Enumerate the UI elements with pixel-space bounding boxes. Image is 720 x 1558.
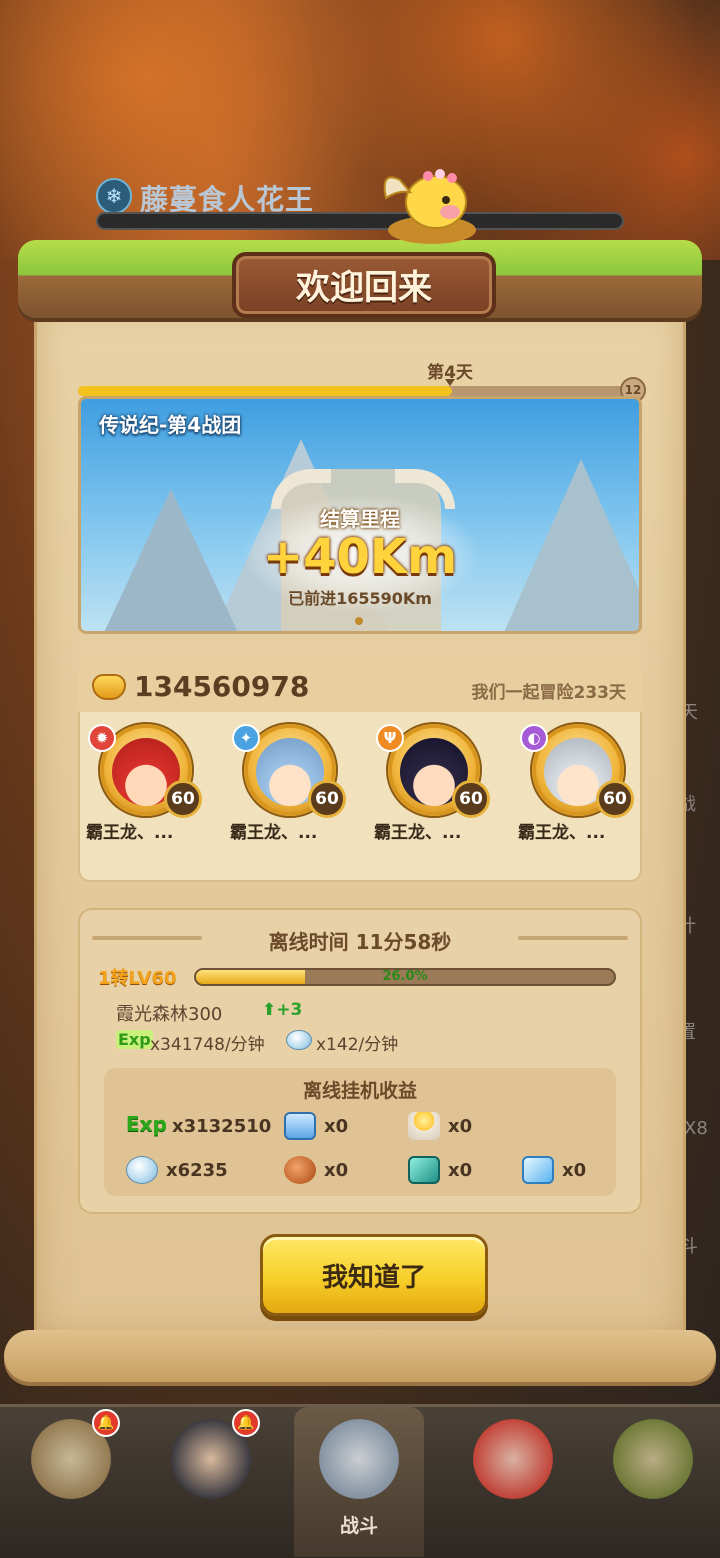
gain-value: x6235 [166, 1160, 228, 1181]
arrow-up-icon: ⬆ [262, 1000, 277, 1020]
hero-slot[interactable]: ✦ 60 霸王龙、... [230, 724, 350, 844]
gain-value: x0 [324, 1160, 349, 1181]
fire-icon: ✹ [88, 724, 116, 752]
gain-item[interactable]: Exp x3132510 [126, 1112, 271, 1142]
adventure-days: 我们一起冒险233天 [471, 683, 627, 703]
stage-name: 霞光森林300 [116, 1004, 223, 1025]
trident-icon: Ψ [376, 724, 404, 752]
monster-icon [473, 1419, 553, 1499]
gain-value: x0 [324, 1116, 349, 1137]
team-card: 134560978 我们一起冒险233天 ✹ 60 霸王龙、... ✦ 60 霸… [78, 662, 642, 882]
ice-crystal-icon [522, 1156, 554, 1184]
gold-ingot-icon [92, 674, 126, 700]
dark-icon: ◐ [520, 724, 548, 752]
meat-icon [284, 1156, 316, 1184]
team-name: 传说纪-第4战团 [99, 413, 242, 437]
nav-label: 战斗 [339, 1515, 378, 1537]
nav-item-heroes[interactable]: 🔔 [6, 1407, 136, 1557]
stage-up-value: ⬆+3 [262, 1000, 302, 1020]
gain-item[interactable]: x6235 [126, 1156, 246, 1186]
page-indicator-dot[interactable] [355, 617, 363, 625]
hero-level: 60 [452, 780, 490, 818]
hero-slot[interactable]: Ψ 60 霸王龙、... [374, 724, 494, 844]
distance-value: +40Km [262, 529, 458, 585]
gain-item[interactable]: x0 [408, 1156, 498, 1186]
day-progress-fill [78, 386, 452, 396]
exp-percent: 26.0% [382, 969, 428, 984]
crystal-pack-icon [284, 1112, 316, 1140]
dialog-title: 欢迎回来 [296, 268, 432, 308]
exp-rate: x341748/分钟 [150, 1035, 265, 1055]
hero-slot[interactable]: ◐ 60 霸王龙、... [518, 724, 638, 844]
wind-icon: ✦ [232, 724, 260, 752]
gains-title: 离线挂机收益 [302, 1080, 417, 1102]
exp-icon: Exp [126, 1112, 167, 1136]
offline-gains: 离线挂机收益 Exp x3132510 x0 x0 x6235 x0 x0 x0 [104, 1068, 616, 1196]
nav-item-guild[interactable] [588, 1407, 718, 1557]
sword-icon [319, 1419, 399, 1499]
gain-item[interactable]: x0 [284, 1112, 374, 1142]
hero-name: 霸王龙、... [374, 823, 462, 843]
distance-total: 已前进165590Km [288, 589, 432, 608]
day-marker-icon [445, 379, 455, 386]
offline-time: 离线时间 11分58秒 [268, 930, 452, 954]
stone-rate: x142/分钟 [316, 1035, 399, 1055]
confirm-button[interactable]: 我知道了 [260, 1234, 488, 1316]
nav-item-battle[interactable]: 战斗 [294, 1407, 424, 1557]
day-progress-bar [78, 386, 628, 396]
stone-icon [286, 1030, 312, 1050]
bottom-nav: 🔔 🔔 战斗 [0, 1404, 720, 1558]
nav-item-pets[interactable] [448, 1407, 578, 1557]
hero-name: 霸王龙、... [86, 823, 174, 843]
hero-level: 60 [164, 780, 202, 818]
teal-gem-icon [408, 1156, 440, 1184]
exp-icon: Exp [116, 1030, 153, 1049]
boss-banner: ❄ 藤蔓食人花王 [96, 176, 624, 232]
gain-value: x0 [448, 1116, 473, 1137]
bell-icon: 🔔 [232, 1409, 260, 1437]
bell-icon: 🔔 [92, 1409, 120, 1437]
totem-icon [613, 1419, 693, 1499]
stone-icon [126, 1156, 158, 1184]
hero-level: 60 [596, 780, 634, 818]
stage-up-text: +3 [276, 1000, 303, 1020]
candle-icon [408, 1112, 440, 1140]
snowflake-icon: ❄ [96, 178, 132, 214]
gold-value: 134560978 [134, 670, 310, 703]
hero-name: 霸王龙、... [518, 823, 606, 843]
scroll-roll-bottom [4, 1330, 716, 1382]
side-label: X8 [684, 1118, 708, 1139]
team-header: 134560978 我们一起冒险233天 [78, 662, 642, 712]
gain-item[interactable]: x0 [408, 1112, 498, 1142]
hero-level: 60 [308, 780, 346, 818]
journey-scene: 传说纪-第4战团 结算里程 +40Km 已前进165590Km [78, 396, 642, 634]
nav-item-team[interactable]: 🔔 [146, 1407, 276, 1557]
boss-health-bar [96, 212, 624, 230]
gain-item[interactable]: x0 [284, 1156, 374, 1186]
gain-value: x3132510 [172, 1116, 272, 1137]
offline-panel: 离线时间 11分58秒 1转LV60 26.0% 霞光森林300 ⬆+3 Exp… [78, 908, 642, 1214]
distance-label: 结算里程 [320, 507, 400, 531]
gain-item[interactable]: x0 [522, 1156, 612, 1186]
exp-progress-bar: 26.0% [194, 968, 616, 986]
chick-mascot-icon [383, 169, 476, 244]
hero-name: 霸王龙、... [230, 823, 318, 843]
hero-slot[interactable]: ✹ 60 霸王龙、... [86, 724, 206, 844]
gain-value: x0 [448, 1160, 473, 1181]
gain-value: x0 [562, 1160, 587, 1181]
level-label: 1转LV60 [98, 968, 177, 989]
